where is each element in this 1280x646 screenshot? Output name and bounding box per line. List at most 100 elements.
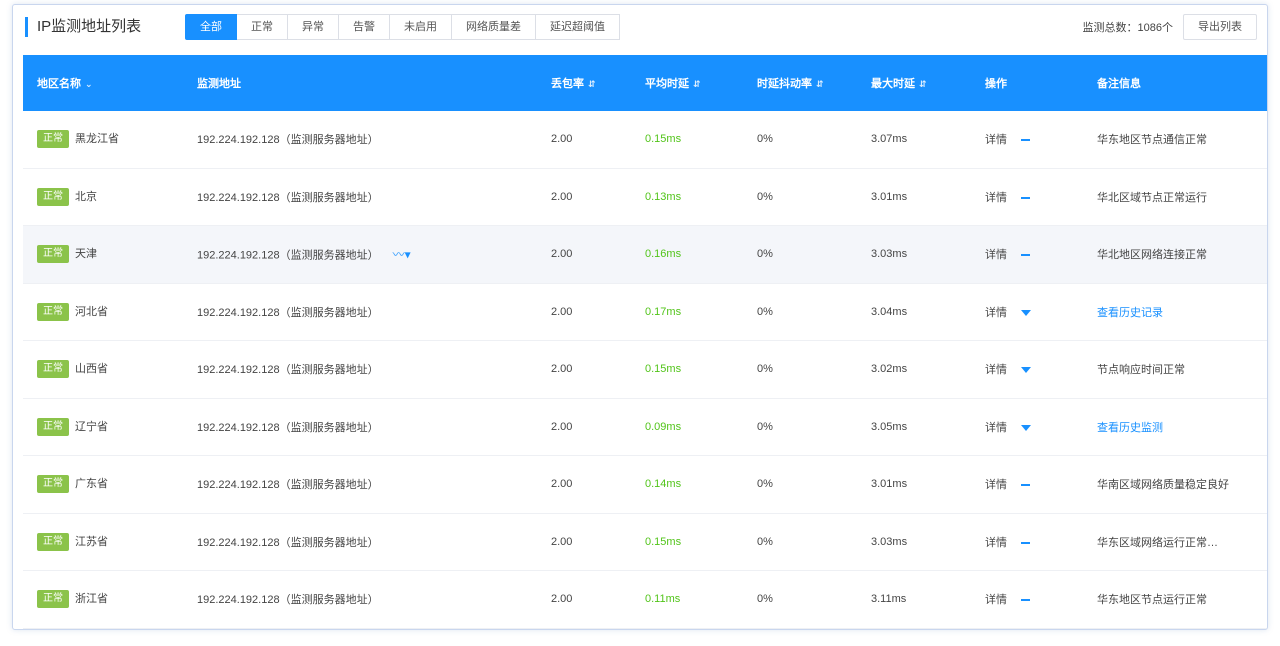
region-cell: 正常 河北省: [37, 302, 108, 321]
sort-icon[interactable]: ⇵: [919, 79, 927, 89]
address-cell: 192.224.192.128（监测服务器地址）: [197, 361, 379, 377]
detail-link[interactable]: 详情: [985, 364, 1007, 376]
collapse-icon[interactable]: [1021, 541, 1030, 544]
tab-0[interactable]: 全部: [185, 14, 237, 40]
avg-cell: 0.15ms: [645, 535, 682, 548]
detail-link[interactable]: 详情: [985, 537, 1007, 549]
collapse-icon[interactable]: [1021, 139, 1030, 142]
avg-cell: 0.15ms: [645, 363, 682, 376]
max-cell: 3.02ms: [871, 363, 908, 376]
table-row[interactable]: 正常 河北省 192.224.192.128（监测服务器地址） 2.00 0.17ms 0…: [23, 284, 1267, 341]
avg-cell: 0.14ms: [645, 478, 682, 491]
avg-cell: 0.15ms: [645, 133, 682, 146]
dropdown-icon[interactable]: [1021, 309, 1031, 316]
avg-cell: 0.11ms: [645, 593, 681, 606]
col-max[interactable]: 最大时延 ⇵: [871, 75, 927, 91]
table-row[interactable]: 正常 北京 192.224.192.128（监测服务器地址） 2.00 0.13ms 0%…: [23, 169, 1267, 226]
address-cell: 192.224.192.128（监测服务器地址）: [197, 591, 379, 607]
loss-cell: 2.00: [551, 478, 573, 491]
tab-3[interactable]: 告警: [339, 14, 390, 40]
status-badge: 正常: [37, 302, 69, 321]
note-cell[interactable]: 查看历史监测: [1097, 419, 1163, 435]
sort-icon[interactable]: ⇵: [816, 79, 824, 89]
op-cell[interactable]: 详情: [985, 534, 1030, 550]
collapse-icon[interactable]: [1021, 254, 1030, 257]
detail-link[interactable]: 详情: [985, 307, 1007, 319]
detail-link[interactable]: 详情: [985, 134, 1007, 146]
table-row[interactable]: 正常 黑龙江省 192.224.192.128（监测服务器地址） 2.00 0.15ms…: [23, 111, 1267, 169]
col-avg[interactable]: 平均时延 ⇵: [645, 75, 701, 91]
op-cell[interactable]: 详情: [985, 476, 1030, 492]
collapse-icon[interactable]: [1021, 196, 1030, 199]
op-cell[interactable]: 详情: [985, 131, 1030, 147]
table-row[interactable]: 正常 广东省 192.224.192.128（监测服务器地址） 2.00 0.14ms 0…: [23, 456, 1267, 514]
title-accent-bar: [25, 17, 28, 37]
dropdown-icon[interactable]: [1021, 424, 1031, 431]
max-cell: 3.05ms: [871, 420, 908, 433]
detail-link[interactable]: 详情: [985, 192, 1007, 204]
note-cell: 华东区域网络运行正常…: [1097, 536, 1218, 549]
toolbar: IP监测地址列表 全部 正常 异常 告警 未启用 网络质量差 延迟超阈值 监测总数：1086…: [13, 5, 1267, 49]
detail-link[interactable]: 详情: [985, 422, 1007, 434]
tab-6[interactable]: 延迟超阈值: [536, 14, 620, 40]
max-cell: 3.03ms: [871, 535, 908, 548]
op-cell[interactable]: 详情: [985, 591, 1030, 607]
tab-2[interactable]: 异常: [288, 14, 339, 40]
region-cell: 正常 山西省: [37, 360, 108, 379]
jitter-cell: 0%: [757, 593, 773, 606]
region-cell: 正常 北京: [37, 187, 97, 206]
sort-icon[interactable]: ⇵: [693, 79, 701, 89]
max-cell: 3.07ms: [871, 133, 908, 146]
note-cell: 节点响应时间正常: [1097, 364, 1185, 377]
col-jitter[interactable]: 时延抖动率 ⇵: [757, 75, 824, 91]
address-cell: 192.224.192.128（监测服务器地址）: [197, 304, 379, 320]
avg-cell: 0.13ms: [645, 190, 682, 203]
right-tools: 监测总数：1086个 导出列表: [1083, 14, 1257, 40]
table-row[interactable]: 正常 山西省 192.224.192.128（监测服务器地址） 2.00 0.15ms 0…: [23, 341, 1267, 399]
op-cell[interactable]: 详情: [985, 246, 1030, 262]
loss-cell: 2.00: [551, 535, 573, 548]
detail-link[interactable]: 详情: [985, 249, 1007, 261]
region-name: 广东省: [75, 478, 108, 491]
col-note: 备注信息: [1097, 78, 1141, 90]
op-cell[interactable]: 详情: [985, 419, 1031, 435]
op-cell[interactable]: 详情: [985, 304, 1031, 320]
col-region[interactable]: 地区名称 ⌄: [37, 75, 93, 91]
address-text: 192.224.192.128（监测服务器地址）: [197, 536, 379, 549]
table-row[interactable]: 正常 江苏省 192.224.192.128（监测服务器地址） 2.00 0.15ms 0…: [23, 514, 1267, 571]
avg-cell: 0.16ms: [645, 248, 682, 261]
detail-link[interactable]: 详情: [985, 594, 1007, 606]
col-loss[interactable]: 丢包率 ⇵: [551, 75, 596, 91]
dropdown-icon[interactable]: [1021, 367, 1031, 374]
tab-1[interactable]: 正常: [237, 14, 288, 40]
note-cell[interactable]: 查看历史记录: [1097, 304, 1163, 320]
address-text: 192.224.192.128（监测服务器地址）: [197, 249, 379, 262]
collapse-icon[interactable]: [1021, 484, 1030, 487]
op-cell[interactable]: 详情: [985, 361, 1031, 377]
detail-link[interactable]: 详情: [985, 479, 1007, 491]
table-row[interactable]: 正常 天津 192.224.192.128（监测服务器地址） 〰▾ 2.00 0.16ms…: [23, 226, 1267, 284]
address-cell: 192.224.192.128（监测服务器地址） 〰▾: [197, 246, 411, 263]
jitter-cell: 0%: [757, 363, 773, 376]
export-button[interactable]: 导出列表: [1183, 14, 1257, 40]
jitter-cell: 0%: [757, 305, 773, 318]
region-cell: 正常 浙江省: [37, 590, 108, 609]
region-cell: 正常 黑龙江省: [37, 130, 119, 149]
table-row[interactable]: 正常 辽宁省 192.224.192.128（监测服务器地址） 2.00 0.09ms 0…: [23, 399, 1267, 456]
address-text: 192.224.192.128（监测服务器地址）: [197, 421, 379, 434]
table-row[interactable]: 正常 浙江省 192.224.192.128（监测服务器地址） 2.00 0.11ms 0…: [23, 571, 1267, 629]
region-name: 黑龙江省: [75, 133, 119, 146]
jitter-cell: 0%: [757, 133, 773, 146]
trend-chart-icon[interactable]: 〰▾: [393, 248, 411, 262]
jitter-cell: 0%: [757, 420, 773, 433]
note-cell: 华东地区节点运行正常: [1097, 594, 1207, 607]
loss-cell: 2.00: [551, 190, 573, 203]
tab-5[interactable]: 网络质量差: [452, 14, 536, 40]
region-cell: 正常 辽宁省: [37, 417, 108, 436]
op-cell[interactable]: 详情: [985, 189, 1030, 205]
collapse-icon[interactable]: [1021, 599, 1030, 602]
tab-4[interactable]: 未启用: [390, 14, 452, 40]
sort-icon[interactable]: ⇵: [588, 79, 596, 89]
status-badge: 正常: [37, 590, 69, 609]
sort-icon[interactable]: ⌄: [85, 79, 93, 89]
